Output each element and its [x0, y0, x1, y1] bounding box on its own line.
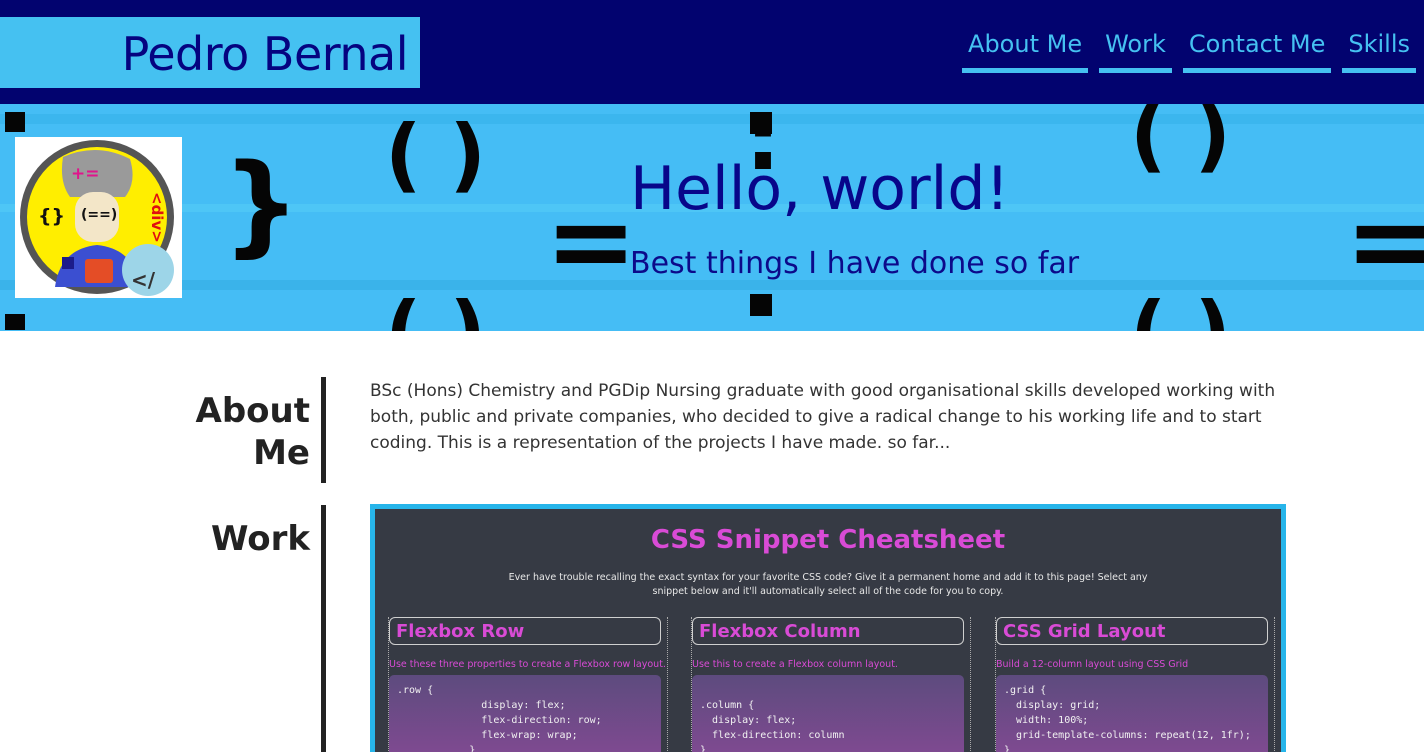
avatar-close-tag-text: </ [131, 268, 156, 292]
equals-glyph-right: = [1345, 177, 1424, 305]
work-divider [321, 505, 326, 752]
snippet-title: Flexbox Column [692, 617, 964, 645]
paren-glyph-right: ( ) [1130, 104, 1231, 181]
avatar-plus-equals-text: += [71, 164, 100, 184]
project-title: CSS Snippet Cheatsheet [650, 525, 1006, 555]
avatar: += {} (==) <div> </ [15, 137, 182, 298]
snippet-description: Build a 12-column layout using CSS Grid [996, 659, 1189, 670]
avatar-illustration: += {} (==) <div> </ [20, 140, 174, 296]
nav-work[interactable]: Work [1099, 28, 1172, 73]
avatar-div-text: <div> [148, 192, 166, 243]
nav-skills[interactable]: Skills [1342, 28, 1416, 73]
about-text: BSc (Hons) Chemistry and PGDip Nursing g… [370, 381, 1276, 453]
avatar-braces-text: {} [38, 205, 65, 227]
paren-glyph-top: ( ) [385, 108, 486, 201]
snippet-column-css-grid: CSS Grid Layout Build a 12-column layout… [995, 617, 1275, 752]
snippet-code: .column { display: flex; flex-direction:… [692, 675, 964, 752]
paren-glyph-bottom-right: ( ) [1130, 285, 1231, 331]
main-nav: About Me Work Contact Me Skills [962, 28, 1416, 73]
nav-about-me[interactable]: About Me [962, 28, 1089, 73]
about-heading: About Me [195, 391, 310, 473]
project-card-css-snippet-cheatsheet[interactable]: CSS Snippet Cheatsheet Ever have trouble… [370, 504, 1286, 752]
brand-box[interactable]: Pedro Bernal [0, 17, 420, 88]
snippet-title: Flexbox Row [389, 617, 661, 645]
project-description: Ever have trouble recalling the exact sy… [508, 572, 1148, 597]
snippet-description: Use this to create a Flexbox column layo… [692, 659, 898, 670]
snippet-description: Use these three properties to create a F… [389, 659, 666, 670]
avatar-equals-text: (==) [81, 207, 117, 223]
snippet-title: CSS Grid Layout [996, 617, 1268, 645]
hero-banner: { } ( ) = : ( ) = ( ) ( ) += {} [0, 104, 1424, 331]
snippet-column-flexbox-column: Flexbox Column Use this to create a Flex… [691, 617, 971, 752]
hero-subtitle: Best things I have done so far [630, 246, 1080, 281]
paren-glyph-bottom: ( ) [385, 285, 486, 331]
about-divider [321, 377, 326, 483]
equals-glyph-left: = [545, 177, 637, 305]
snippet-code: .grid { display: grid; width: 100%; grid… [996, 675, 1268, 752]
snippet-column-flexbox-row: Flexbox Row Use these three properties t… [388, 617, 668, 752]
snippet-code: .row { display: flex; flex-direction: ro… [389, 675, 661, 752]
site-title[interactable]: Pedro Bernal [122, 27, 409, 81]
brace-close-glyph: } [222, 140, 300, 268]
work-heading: Work [210, 519, 310, 559]
nav-contact-me[interactable]: Contact Me [1182, 28, 1332, 73]
site-header: Pedro Bernal About Me Work Contact Me Sk… [0, 0, 1424, 104]
hero-title: Hello, world! [630, 154, 1010, 224]
